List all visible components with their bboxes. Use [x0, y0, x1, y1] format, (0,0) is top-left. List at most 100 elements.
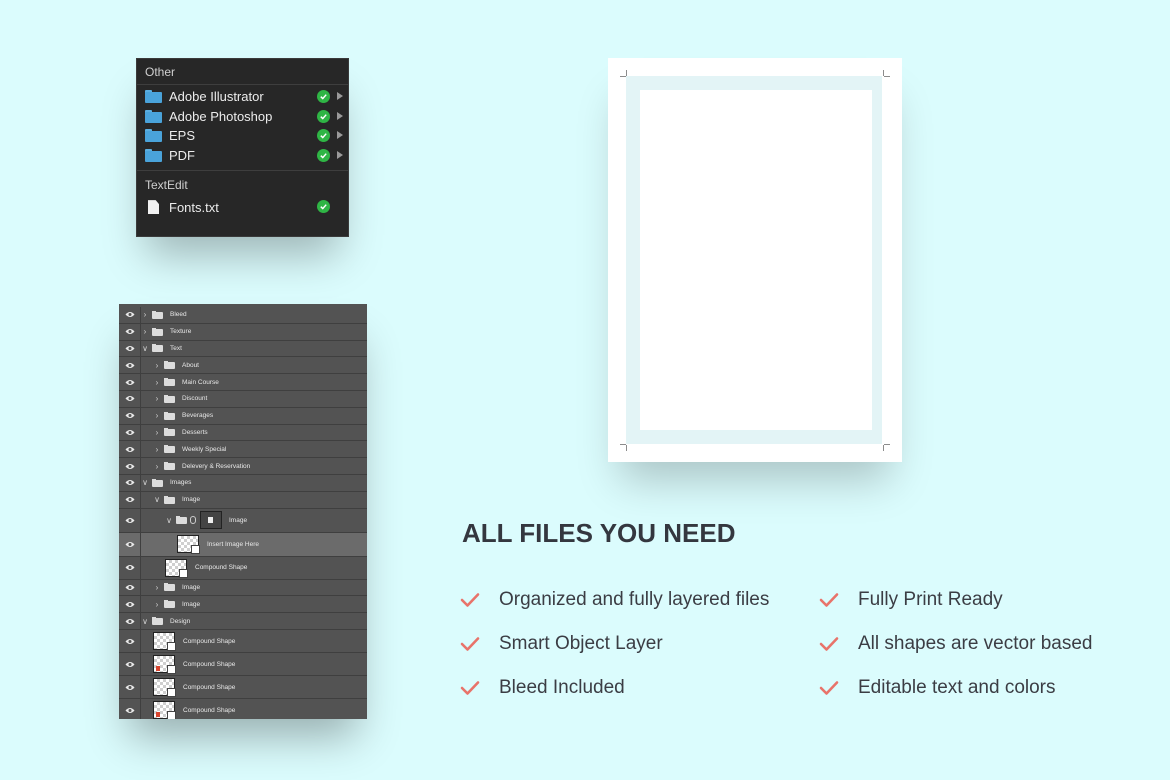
visibility-eye-icon[interactable]	[119, 676, 141, 698]
layer-name: Compound Shape	[183, 683, 236, 691]
folder-icon	[164, 378, 175, 387]
visibility-eye-icon[interactable]	[119, 532, 141, 556]
chevron-right-icon[interactable]: ›	[153, 378, 161, 387]
checkmark-icon	[317, 129, 330, 143]
layer-name: About	[182, 361, 199, 369]
layer-row[interactable]: ∨ Images	[119, 475, 367, 492]
folder-icon	[164, 495, 175, 504]
layer-row[interactable]: › About	[119, 357, 367, 375]
layer-row[interactable]: Compound Shape	[119, 699, 367, 719]
layer-row[interactable]: › Delevery & Reservation	[119, 458, 367, 475]
crop-mark	[620, 76, 626, 77]
visibility-eye-icon[interactable]	[119, 699, 141, 719]
finder-item-adobe-illustrator[interactable]: Adobe Illustrator	[137, 87, 348, 107]
layer-row[interactable]: Compound Shape	[119, 653, 367, 676]
chevron-right-icon[interactable]: ›	[153, 428, 161, 437]
layer-name: Text	[170, 344, 182, 352]
feature-label: Smart Object Layer	[499, 633, 663, 654]
finder-item-adobe-photoshop[interactable]: Adobe Photoshop	[137, 107, 348, 127]
chevron-right-icon[interactable]: ›	[153, 411, 161, 420]
finder-item-label: PDF	[169, 148, 195, 164]
finder-item-eps[interactable]: EPS	[137, 126, 348, 146]
layer-thumbnail	[165, 558, 188, 578]
checkmark-icon	[460, 681, 480, 695]
visibility-eye-icon[interactable]	[119, 374, 141, 390]
chevron-down-icon[interactable]: ∨	[153, 495, 161, 504]
folder-icon	[145, 129, 162, 143]
visibility-eye-icon[interactable]	[119, 407, 141, 424]
visibility-eye-icon[interactable]	[119, 323, 141, 340]
chevron-right-icon[interactable]: ›	[141, 327, 149, 336]
feature-label: Fully Print Ready	[858, 589, 1003, 610]
visibility-eye-icon[interactable]	[119, 307, 141, 323]
layer-row[interactable]: › Main Course	[119, 374, 367, 391]
chevron-right-icon[interactable]: ›	[153, 600, 161, 609]
visibility-eye-icon[interactable]	[119, 653, 141, 675]
visibility-eye-icon[interactable]	[119, 630, 141, 652]
layer-name: Desserts	[182, 428, 208, 436]
layer-row[interactable]: ∨ Text	[119, 340, 367, 358]
feature-label: Editable text and colors	[858, 677, 1056, 698]
visibility-eye-icon[interactable]	[119, 596, 141, 613]
crop-mark	[883, 445, 884, 451]
disclosure-arrow-icon[interactable]	[337, 131, 343, 140]
visibility-eye-icon[interactable]	[119, 579, 141, 596]
layer-name: Insert Image Here	[207, 540, 260, 548]
visibility-eye-icon[interactable]	[119, 475, 141, 491]
visibility-eye-icon[interactable]	[119, 556, 141, 579]
layer-row[interactable]: › Desserts	[119, 424, 367, 442]
disclosure-arrow-icon[interactable]	[337, 92, 343, 100]
layer-name: Compound Shape	[195, 564, 248, 572]
chevron-down-icon[interactable]: ∨	[165, 516, 173, 525]
disclosure-arrow-icon[interactable]	[337, 111, 343, 120]
visibility-eye-icon[interactable]	[119, 357, 141, 374]
layer-row[interactable]: ∨ Image	[119, 491, 367, 509]
checkmark-icon	[819, 593, 839, 607]
layer-row[interactable]: ∨ Design	[119, 613, 367, 630]
checkmark-icon	[317, 109, 330, 123]
folder-icon	[164, 583, 175, 592]
smart-object-badge-icon	[191, 545, 200, 555]
layer-row[interactable]: › Image	[119, 579, 367, 597]
layer-name: Bleed	[170, 311, 187, 319]
visibility-eye-icon[interactable]	[119, 391, 141, 407]
disclosure-arrow-icon[interactable]	[337, 150, 343, 159]
visibility-eye-icon[interactable]	[119, 424, 141, 441]
folder-icon	[164, 411, 175, 420]
visibility-eye-icon[interactable]	[119, 441, 141, 458]
visibility-eye-icon[interactable]	[119, 340, 141, 357]
chevron-right-icon[interactable]: ›	[153, 394, 161, 403]
layer-row[interactable]: ∨ Image	[119, 508, 367, 533]
chevron-right-icon[interactable]: ›	[153, 361, 161, 370]
layer-row[interactable]: › Weekly Special	[119, 441, 367, 459]
chevron-down-icon[interactable]: ∨	[141, 478, 149, 487]
layer-row[interactable]: Insert Image Here	[119, 532, 367, 557]
visibility-eye-icon[interactable]	[119, 491, 141, 508]
layer-row[interactable]: › Texture	[119, 323, 367, 341]
layer-row[interactable]: › Bleed	[119, 307, 367, 324]
chevron-right-icon[interactable]: ›	[141, 310, 149, 319]
layer-row[interactable]: › Discount	[119, 391, 367, 408]
layer-row[interactable]: Compound Shape	[119, 676, 367, 699]
crop-mark	[884, 444, 890, 445]
chevron-down-icon[interactable]: ∨	[141, 617, 149, 626]
visibility-eye-icon[interactable]	[119, 458, 141, 474]
finder-item-fonts-txt[interactable]: Fonts.txt	[137, 197, 348, 217]
chevron-right-icon[interactable]: ›	[153, 583, 161, 592]
chevron-right-icon[interactable]: ›	[153, 462, 161, 471]
visibility-eye-icon[interactable]	[119, 613, 141, 629]
chevron-down-icon[interactable]: ∨	[141, 344, 149, 353]
layer-row[interactable]: › Image	[119, 596, 367, 614]
layer-row[interactable]: › Beverages	[119, 407, 367, 425]
divider	[137, 170, 348, 172]
layer-row[interactable]: Compound Shape	[119, 630, 367, 653]
visibility-eye-icon[interactable]	[119, 508, 141, 532]
layer-name: Compound Shape	[183, 660, 236, 668]
finder-item-label: Adobe Photoshop	[169, 108, 273, 124]
layer-name: Texture	[170, 328, 192, 336]
folder-icon	[164, 394, 175, 403]
chevron-right-icon[interactable]: ›	[153, 445, 161, 454]
finder-item-pdf[interactable]: PDF	[137, 146, 348, 166]
layer-row[interactable]: Compound Shape	[119, 556, 367, 580]
layer-thumbnail	[153, 701, 176, 719]
